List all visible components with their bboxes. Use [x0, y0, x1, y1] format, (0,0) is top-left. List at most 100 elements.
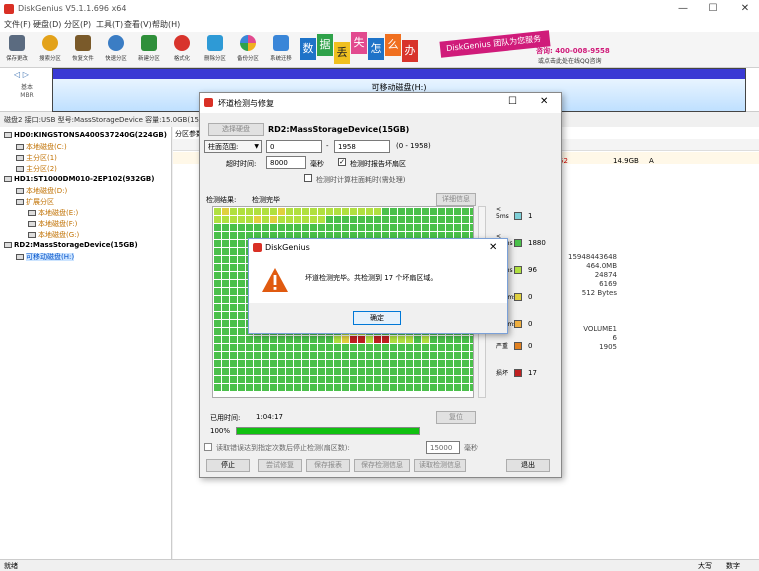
system-migration-button[interactable]: 系统迁移	[266, 34, 296, 66]
range-mode-select[interactable]: 柱面范围: ▼	[204, 140, 262, 153]
range-start-input[interactable]: 0	[266, 140, 322, 153]
quick-partition-icon	[108, 35, 124, 51]
menu-partition[interactable]: 分区(P)	[64, 19, 91, 30]
banner-tile: 么	[385, 34, 401, 56]
banner-tile: 怎	[368, 38, 384, 60]
auto-stop-input[interactable]: 15000	[426, 441, 460, 454]
tree-partition-node[interactable]: 主分区(1)	[16, 153, 57, 164]
cylinder-cell	[214, 232, 221, 239]
tree-partition-node[interactable]: 本地磁盘(F:)	[28, 219, 77, 230]
tree-disk-node[interactable]: RD2:MassStorageDevice(15GB)	[4, 241, 138, 252]
tree-disk-node[interactable]: HD1:ST1000DM010-2EP102(932GB)	[4, 175, 154, 186]
dialog-maximize-icon[interactable]: ☐	[508, 96, 517, 107]
cylinder-cell	[230, 344, 237, 351]
report-bad-checkbox[interactable]: ✓	[338, 158, 346, 166]
cylinder-cell	[430, 360, 437, 367]
cylinder-cell	[342, 336, 349, 343]
menu-file[interactable]: 文件(F)	[4, 19, 31, 30]
dialog-close-icon[interactable]: ✕	[540, 96, 548, 107]
cylinder-cell	[238, 368, 245, 375]
tree-partition-node[interactable]: 本地磁盘(D:)	[16, 186, 67, 197]
cylinder-cell	[222, 256, 229, 263]
select-disk-button[interactable]: 选择硬盘	[208, 123, 264, 136]
cylinder-cell	[406, 336, 413, 343]
format-button[interactable]: 格式化	[167, 34, 197, 66]
exit-button[interactable]: 退出	[506, 459, 550, 472]
tree-partition-node[interactable]: 本地磁盘(C:)	[16, 142, 67, 153]
try-repair-button[interactable]: 尝试修复	[258, 459, 302, 472]
recover-files-button[interactable]: 恢复文件	[68, 34, 98, 66]
cylinder-cell	[310, 360, 317, 367]
stop-button[interactable]: 停止	[206, 459, 250, 472]
maximize-icon[interactable]: ☐	[706, 2, 720, 16]
tree-partition-node[interactable]: 本地磁盘(E:)	[28, 208, 78, 219]
row-capacity-value: 14.9GB	[613, 157, 639, 165]
cylinder-cell	[262, 376, 269, 383]
tree-partition-node[interactable]: 本地磁盘(G:)	[28, 230, 79, 241]
cylinder-cell	[222, 264, 229, 271]
auto-stop-checkbox[interactable]	[204, 443, 212, 451]
cylinder-cell	[470, 336, 473, 343]
cylinder-cell	[230, 312, 237, 319]
recover-icon	[75, 35, 91, 51]
delete-partition-button[interactable]: 删除分区	[200, 34, 230, 66]
cylinder-cell	[278, 336, 285, 343]
cylinder-cell	[302, 208, 309, 215]
minimize-icon[interactable]: —	[676, 2, 690, 16]
cylinder-cell	[310, 368, 317, 375]
close-icon[interactable]: ✕	[738, 2, 752, 16]
calc-time-checkbox[interactable]	[304, 174, 312, 182]
banner-tile: 办	[402, 40, 418, 62]
tree-partition-node[interactable]: 可移动磁盘(H:)	[16, 252, 75, 263]
magnifier-icon	[42, 35, 58, 51]
ok-button[interactable]: 确定	[353, 311, 401, 325]
cylinder-cell	[214, 360, 221, 367]
cylinder-cell	[222, 384, 229, 391]
new-partition-button[interactable]: 新建分区	[134, 34, 164, 66]
cylinder-cell	[390, 208, 397, 215]
tree-node-label: 本地磁盘(C:)	[26, 143, 67, 151]
cylinder-cell	[358, 344, 365, 351]
tree-disk-node[interactable]: HD0:KINGSTONSA400S37240G(224GB)	[4, 131, 167, 142]
backup-partition-button[interactable]: 备份分区	[233, 34, 263, 66]
cylinder-cell	[334, 336, 341, 343]
cylinder-cell	[270, 376, 277, 383]
legend-label: 严重	[496, 343, 509, 350]
banner-slogan: DiskGenius 团队为您服务	[439, 30, 551, 58]
msgbox-close-icon[interactable]: ✕	[489, 242, 497, 253]
cylinder-cell	[470, 368, 473, 375]
legend-item: 严重 0	[496, 341, 532, 353]
range-end-input[interactable]: 1958	[334, 140, 390, 153]
load-info-button[interactable]: 读取检测信息	[414, 459, 466, 472]
search-partition-button[interactable]: 搜索分区	[35, 34, 65, 66]
quick-partition-button[interactable]: 快速分区	[101, 34, 131, 66]
save-info-button[interactable]: 保存检测信息	[354, 459, 410, 472]
timeout-input[interactable]: 8000	[266, 156, 306, 169]
menu-disk[interactable]: 硬盘(D)	[33, 19, 61, 30]
cylinder-cell	[334, 352, 341, 359]
nav-arrows-icon[interactable]: ◁ ▷	[14, 70, 29, 79]
cylinder-cell	[238, 240, 245, 247]
save-report-button[interactable]: 保存报表	[306, 459, 350, 472]
save-icon	[9, 35, 25, 51]
menu-tools[interactable]: 工具(T)	[96, 19, 123, 30]
cylinder-cell	[342, 344, 349, 351]
cylinder-cell	[358, 360, 365, 367]
tree-partition-node[interactable]: 扩展分区	[16, 197, 54, 208]
disk-type-label: 基本 MBR	[20, 84, 34, 99]
cylinder-cell	[342, 376, 349, 383]
cylinder-cell	[358, 376, 365, 383]
legend-label: < 5ms	[496, 206, 509, 220]
tree-partition-node[interactable]: 主分区(2)	[16, 164, 57, 175]
details-button[interactable]: 详细信息	[436, 193, 476, 206]
menu-help[interactable]: 帮助(H)	[152, 19, 180, 30]
detail-sector-size: 512 Bytes	[581, 289, 617, 297]
cylinder-cell	[230, 208, 237, 215]
save-changes-button[interactable]: 保存更改	[2, 34, 32, 66]
menu-view[interactable]: 查看(V)	[124, 19, 152, 30]
cylinder-cell	[238, 264, 245, 271]
cylinder-cell	[310, 208, 317, 215]
promo-banner[interactable]: 数 据 丢 失 怎 么 办 DiskGenius 团队为您服务 咨询: 400-…	[300, 30, 610, 66]
cylinder-cell	[422, 344, 429, 351]
reset-button[interactable]: 复位	[436, 411, 476, 424]
